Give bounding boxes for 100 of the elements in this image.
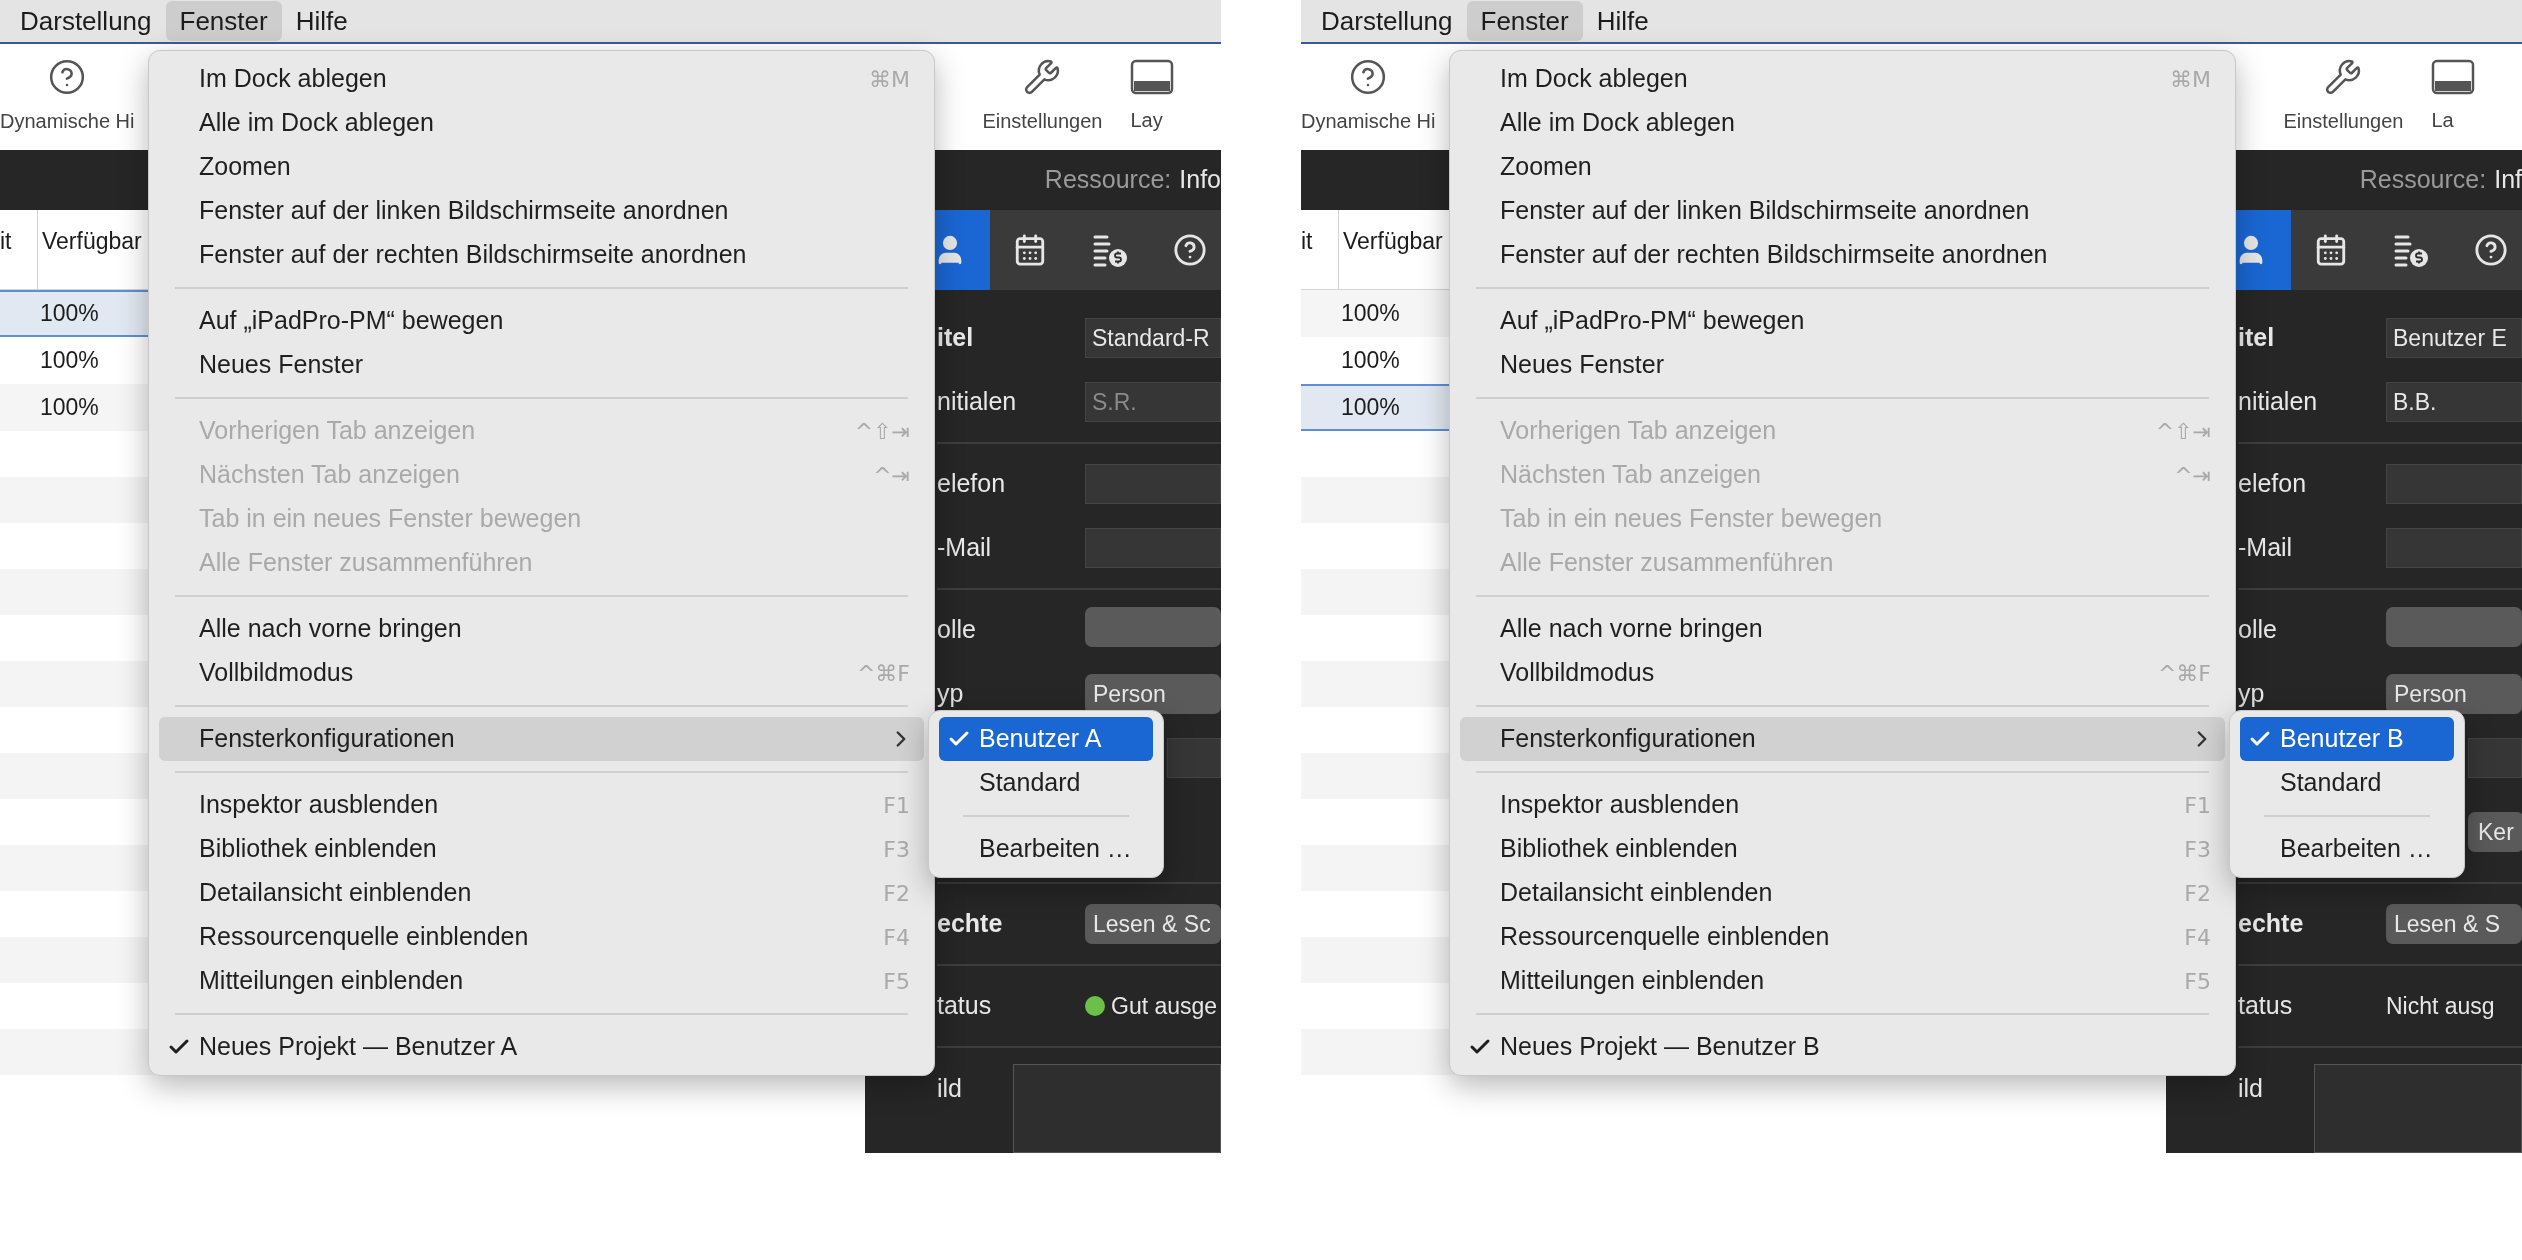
- menu-bar-item[interactable]: Darstellung: [1307, 1, 1467, 41]
- field-label: echte: [937, 909, 1003, 938]
- popup-button[interactable]: Lesen & S: [2386, 904, 2522, 944]
- menu-item[interactable]: Neues Fenster: [159, 343, 924, 387]
- menu-item[interactable]: Alle nach vorne bringen: [1460, 607, 2225, 651]
- text-field[interactable]: [2386, 528, 2522, 568]
- menu-item[interactable]: Alle nach vorne bringen: [159, 607, 924, 651]
- help-icon: [2474, 233, 2508, 267]
- calendar-icon: [2314, 233, 2348, 267]
- help-icon: [48, 58, 87, 96]
- field-label: itel: [2238, 323, 2275, 352]
- menu-item[interactable]: Standard: [939, 761, 1153, 805]
- toolbar-button[interactable]: Lay: [1130, 59, 1221, 135]
- menu-item[interactable]: Bearbeiten …: [2240, 827, 2454, 871]
- resource-caption: Ressource:: [2359, 164, 2487, 196]
- menu-item[interactable]: Benutzer A: [939, 717, 1153, 761]
- menu-bar-item[interactable]: Hilfe: [281, 1, 362, 41]
- text-field[interactable]: [2386, 464, 2522, 504]
- menu-bar-item[interactable]: Fenster: [165, 1, 282, 41]
- text-field[interactable]: [1085, 528, 1221, 568]
- push-button[interactable]: Ker: [2468, 812, 2522, 852]
- field-label: elefon: [2238, 469, 2307, 498]
- image-well[interactable]: [2314, 1064, 2522, 1153]
- popup-button[interactable]: Person: [1085, 674, 1221, 714]
- field-label: ild: [2238, 1074, 2263, 1102]
- toolbar-button[interactable]: Dynamische Hi: [1301, 58, 1436, 136]
- column-header[interactable]: Verfügbar: [1339, 210, 1443, 289]
- menu-item[interactable]: Inspektor ausblenden F1: [159, 783, 924, 827]
- resource-name: Info: [1179, 164, 1221, 196]
- menu-bar-item[interactable]: Fenster: [1466, 1, 1583, 41]
- text-field[interactable]: Benutzer E: [2386, 318, 2522, 358]
- menu-item[interactable]: Fensterkonfigurationen: [1460, 717, 2225, 761]
- resource-name: Inf: [2494, 164, 2522, 196]
- menu-item[interactable]: Im Dock ablegen ⌘M: [1460, 57, 2225, 101]
- field-label: yp: [2238, 679, 2265, 708]
- image-well[interactable]: [1013, 1064, 1221, 1153]
- popup-button[interactable]: [1085, 606, 1221, 647]
- field-label: olle: [2238, 615, 2277, 644]
- wrench-icon: [1023, 58, 1062, 96]
- menu-item[interactable]: Ressourcenquelle einblenden F4: [1460, 915, 2225, 959]
- toolbar-button[interactable]: Einstellungen: [974, 58, 1111, 136]
- menu-item[interactable]: Detailansicht einblenden F2: [159, 871, 924, 915]
- menu-item[interactable]: Standard: [2240, 761, 2454, 805]
- field-label: tatus: [937, 991, 992, 1020]
- panel-layout-icon: [1130, 59, 1175, 95]
- text-field[interactable]: B.B.: [2386, 382, 2522, 422]
- field-label: echte: [2238, 909, 2304, 938]
- column-header[interactable]: it: [0, 210, 38, 289]
- menu-item[interactable]: Neues Projekt — Benutzer B: [1460, 1025, 2225, 1069]
- help-icon: [1173, 233, 1207, 267]
- menu-item[interactable]: Detailansicht einblenden F2: [1460, 871, 2225, 915]
- popup-button[interactable]: Person: [2386, 674, 2522, 714]
- menu-item[interactable]: Bibliothek einblenden F3: [1460, 827, 2225, 871]
- menu-item[interactable]: Benutzer B: [2240, 717, 2454, 761]
- menu-item[interactable]: Auf „iPadPro-PM“ bewegen: [159, 299, 924, 343]
- menu-item[interactable]: Bibliothek einblenden F3: [159, 827, 924, 871]
- toolbar-button[interactable]: Einstellungen: [2275, 58, 2412, 136]
- field-label: -Mail: [2238, 533, 2293, 562]
- menu-item[interactable]: Vollbildmodus ^⌘F: [1460, 651, 2225, 695]
- menu-item[interactable]: Mitteilungen einblenden F5: [159, 959, 924, 1003]
- menu-item[interactable]: Alle im Dock ablegen: [1460, 101, 2225, 145]
- menu-item[interactable]: Fensterkonfigurationen: [159, 717, 924, 761]
- field-label: nitialen: [937, 387, 1017, 416]
- menu-item[interactable]: Zoomen: [159, 145, 924, 189]
- status-text: Gut ausge: [1111, 991, 1218, 1021]
- menu-item[interactable]: Alle im Dock ablegen: [159, 101, 924, 145]
- popup-button[interactable]: Lesen & Sc: [1085, 904, 1221, 944]
- menu-item[interactable]: Inspektor ausblenden F1: [1460, 783, 2225, 827]
- menu-item[interactable]: Vollbildmodus ^⌘F: [159, 651, 924, 695]
- field-label: elefon: [937, 469, 1006, 498]
- menu-item[interactable]: Im Dock ablegen ⌘M: [159, 57, 924, 101]
- column-header[interactable]: it: [1301, 210, 1339, 289]
- menu-item[interactable]: Fenster auf der linken Bildschirmseite anordnen: [1460, 189, 2225, 233]
- field-label: yp: [937, 679, 964, 708]
- menu-item[interactable]: Mitteilungen einblenden F5: [1460, 959, 2225, 1003]
- menu-bar-item[interactable]: Darstellung: [6, 1, 166, 41]
- menu-item[interactable]: Fenster auf der rechten Bildschirmseite anordnen: [1460, 233, 2225, 277]
- menu-item[interactable]: Ressourcenquelle einblenden F4: [159, 915, 924, 959]
- menu-item[interactable]: Bearbeiten …: [939, 827, 1153, 871]
- menu-bar-item[interactable]: Hilfe: [1582, 1, 1663, 41]
- text-field[interactable]: S.R.: [1085, 382, 1221, 422]
- menu-item[interactable]: Auf „iPadPro-PM“ bewegen: [1460, 299, 2225, 343]
- calendar-icon: [1013, 233, 1047, 267]
- text-field[interactable]: [2468, 738, 2522, 778]
- toolbar-button[interactable]: La: [2431, 59, 2522, 135]
- status-text: Nicht ausg: [2386, 991, 2495, 1021]
- text-field[interactable]: [1085, 464, 1221, 504]
- popup-button[interactable]: [2386, 606, 2522, 647]
- menu-item[interactable]: Neues Fenster: [1460, 343, 2225, 387]
- menu-item[interactable]: Fenster auf der rechten Bildschirmseite anordnen: [159, 233, 924, 277]
- menu-item[interactable]: Zoomen: [1460, 145, 2225, 189]
- panel-layout-icon: [2431, 59, 2476, 95]
- text-field[interactable]: Standard-R: [1085, 318, 1221, 358]
- toolbar-button[interactable]: Dynamische Hi: [0, 58, 135, 136]
- column-header[interactable]: Verfügbar: [38, 210, 142, 289]
- field-label: olle: [937, 615, 976, 644]
- field-label: itel: [937, 323, 974, 352]
- menu-item[interactable]: Neues Projekt — Benutzer A: [159, 1025, 924, 1069]
- menu-item[interactable]: Fenster auf der linken Bildschirmseite anordnen: [159, 189, 924, 233]
- text-field[interactable]: [1167, 738, 1221, 778]
